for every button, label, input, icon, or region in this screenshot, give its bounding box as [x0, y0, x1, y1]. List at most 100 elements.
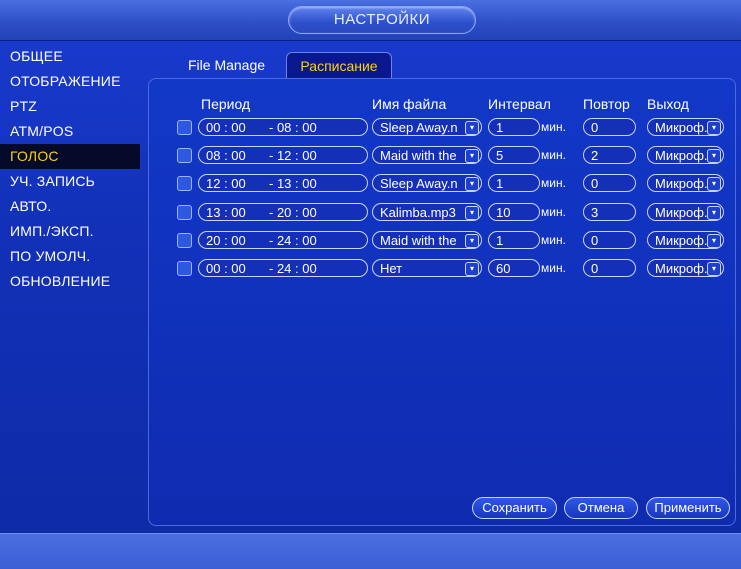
- period-separator: -: [269, 176, 277, 191]
- repeat-input[interactable]: 0: [583, 231, 636, 249]
- output-value: Микроф.: [655, 261, 708, 276]
- period-end-value: 24 : 00: [276, 233, 317, 248]
- output-select[interactable]: Микроф. ▾: [647, 174, 724, 192]
- tab-file-manage[interactable]: File Manage: [188, 52, 265, 78]
- period-field[interactable]: 08 : 00 - 12 : 00: [198, 146, 368, 164]
- sidebar-item[interactable]: АВТО.: [0, 194, 140, 219]
- sidebar-item[interactable]: ОБЩЕЕ: [0, 44, 140, 69]
- repeat-value: 0: [591, 261, 599, 276]
- interval-input[interactable]: 10: [488, 203, 540, 221]
- period-field[interactable]: 13 : 00 - 20 : 00: [198, 203, 368, 221]
- period-end: - 13 : 00: [269, 175, 317, 191]
- sidebar-nav: ОБЩЕЕ ОТОБРАЖЕНИЕ PTZ ATM/POS ГОЛОС УЧ. ЗАПИС…: [0, 44, 140, 294]
- sidebar-item[interactable]: ПО УМОЛЧ.: [0, 244, 140, 269]
- file-select[interactable]: Kalimba.mp3 ▾: [372, 203, 482, 221]
- file-name: Maid with the: [380, 233, 457, 248]
- header-period: Период: [201, 96, 251, 112]
- chevron-down-icon[interactable]: ▾: [465, 234, 479, 248]
- period-field[interactable]: 12 : 00 - 13 : 00: [198, 174, 368, 192]
- row-enable-checkbox[interactable]: [177, 205, 192, 220]
- apply-button[interactable]: Применить: [646, 497, 730, 519]
- chevron-down-icon[interactable]: ▾: [707, 262, 721, 276]
- period-field[interactable]: 00 : 00 - 24 : 00: [198, 259, 368, 277]
- repeat-value: 0: [591, 233, 599, 248]
- sidebar-item[interactable]: ОБНОВЛЕНИЕ: [0, 269, 140, 294]
- sidebar-item[interactable]: ATM/POS: [0, 119, 140, 144]
- sidebar-item[interactable]: ОТОБРАЖЕНИЕ: [0, 69, 140, 94]
- period-field[interactable]: 00 : 00 - 08 : 00: [198, 118, 368, 136]
- chevron-down-icon[interactable]: ▾: [465, 177, 479, 191]
- repeat-input[interactable]: 3: [583, 203, 636, 221]
- row-enable-checkbox[interactable]: [177, 261, 192, 276]
- bottom-bar: [0, 533, 741, 569]
- tab-schedule[interactable]: Расписание: [286, 52, 392, 79]
- header-interval: Интервал: [488, 96, 551, 112]
- period-start: 00 : 00: [206, 120, 246, 135]
- chevron-down-icon[interactable]: ▾: [707, 121, 721, 135]
- interval-input[interactable]: 5: [488, 146, 540, 164]
- file-select[interactable]: Maid with the ▾: [372, 231, 482, 249]
- sidebar-item[interactable]: ИМП./ЭКСП.: [0, 219, 140, 244]
- output-select[interactable]: Микроф. ▾: [647, 259, 724, 277]
- period-start: 20 : 00: [206, 233, 246, 248]
- file-name: Kalimba.mp3: [380, 205, 456, 220]
- repeat-value: 3: [591, 205, 599, 220]
- sidebar-item[interactable]: ГОЛОС: [0, 144, 140, 169]
- chevron-down-icon[interactable]: ▾: [707, 234, 721, 248]
- period-start: 13 : 00: [206, 205, 246, 220]
- header-file: Имя файла: [372, 96, 447, 112]
- interval-unit: мин.: [541, 148, 566, 162]
- output-select[interactable]: Микроф. ▾: [647, 231, 724, 249]
- interval-value: 1: [496, 120, 504, 135]
- interval-value: 5: [496, 148, 504, 163]
- chevron-down-icon[interactable]: ▾: [465, 206, 479, 220]
- chevron-down-icon[interactable]: ▾: [465, 262, 479, 276]
- output-value: Микроф.: [655, 205, 708, 220]
- row-enable-checkbox[interactable]: [177, 120, 192, 135]
- file-select[interactable]: Maid with the ▾: [372, 146, 482, 164]
- row-enable-checkbox[interactable]: [177, 176, 192, 191]
- chevron-down-icon[interactable]: ▾: [465, 121, 479, 135]
- period-end-value: 08 : 00: [276, 120, 317, 135]
- title-bar: НАСТРОЙКИ: [0, 0, 741, 41]
- output-value: Микроф.: [655, 176, 708, 191]
- period-end: - 20 : 00: [269, 204, 317, 220]
- repeat-input[interactable]: 0: [583, 118, 636, 136]
- chevron-down-icon[interactable]: ▾: [707, 149, 721, 163]
- interval-value: 1: [496, 233, 504, 248]
- sidebar-item[interactable]: PTZ: [0, 94, 140, 119]
- period-end-value: 12 : 00: [276, 148, 317, 163]
- interval-value: 10: [496, 205, 511, 220]
- row-enable-checkbox[interactable]: [177, 148, 192, 163]
- output-value: Микроф.: [655, 148, 708, 163]
- interval-input[interactable]: 1: [488, 118, 540, 136]
- row-enable-checkbox[interactable]: [177, 233, 192, 248]
- repeat-input[interactable]: 0: [583, 174, 636, 192]
- period-field[interactable]: 20 : 00 - 24 : 00: [198, 231, 368, 249]
- interval-input[interactable]: 1: [488, 174, 540, 192]
- interval-input[interactable]: 1: [488, 231, 540, 249]
- file-name: Sleep Away.n: [380, 120, 458, 135]
- output-select[interactable]: Микроф. ▾: [647, 203, 724, 221]
- output-select[interactable]: Микроф. ▾: [647, 118, 724, 136]
- period-end: - 12 : 00: [269, 147, 317, 163]
- cancel-button[interactable]: Отмена: [564, 497, 638, 519]
- save-button[interactable]: Сохранить: [472, 497, 557, 519]
- chevron-down-icon[interactable]: ▾: [707, 206, 721, 220]
- period-separator: -: [269, 233, 277, 248]
- interval-input[interactable]: 60: [488, 259, 540, 277]
- header-output: Выход: [647, 96, 689, 112]
- repeat-input[interactable]: 0: [583, 259, 636, 277]
- output-select[interactable]: Микроф. ▾: [647, 146, 724, 164]
- file-select[interactable]: Нет ▾: [372, 259, 482, 277]
- file-select[interactable]: Sleep Away.n ▾: [372, 118, 482, 136]
- repeat-input[interactable]: 2: [583, 146, 636, 164]
- period-end: - 08 : 00: [269, 119, 317, 135]
- chevron-down-icon[interactable]: ▾: [707, 177, 721, 191]
- file-select[interactable]: Sleep Away.n ▾: [372, 174, 482, 192]
- interval-value: 1: [496, 176, 504, 191]
- period-end-value: 20 : 00: [276, 205, 317, 220]
- chevron-down-icon[interactable]: ▾: [465, 149, 479, 163]
- settings-screen: НАСТРОЙКИ ОБЩЕЕ ОТОБРАЖЕНИЕ PTZ ATM/POS ГОЛО…: [0, 0, 741, 569]
- sidebar-item[interactable]: УЧ. ЗАПИСЬ: [0, 169, 140, 194]
